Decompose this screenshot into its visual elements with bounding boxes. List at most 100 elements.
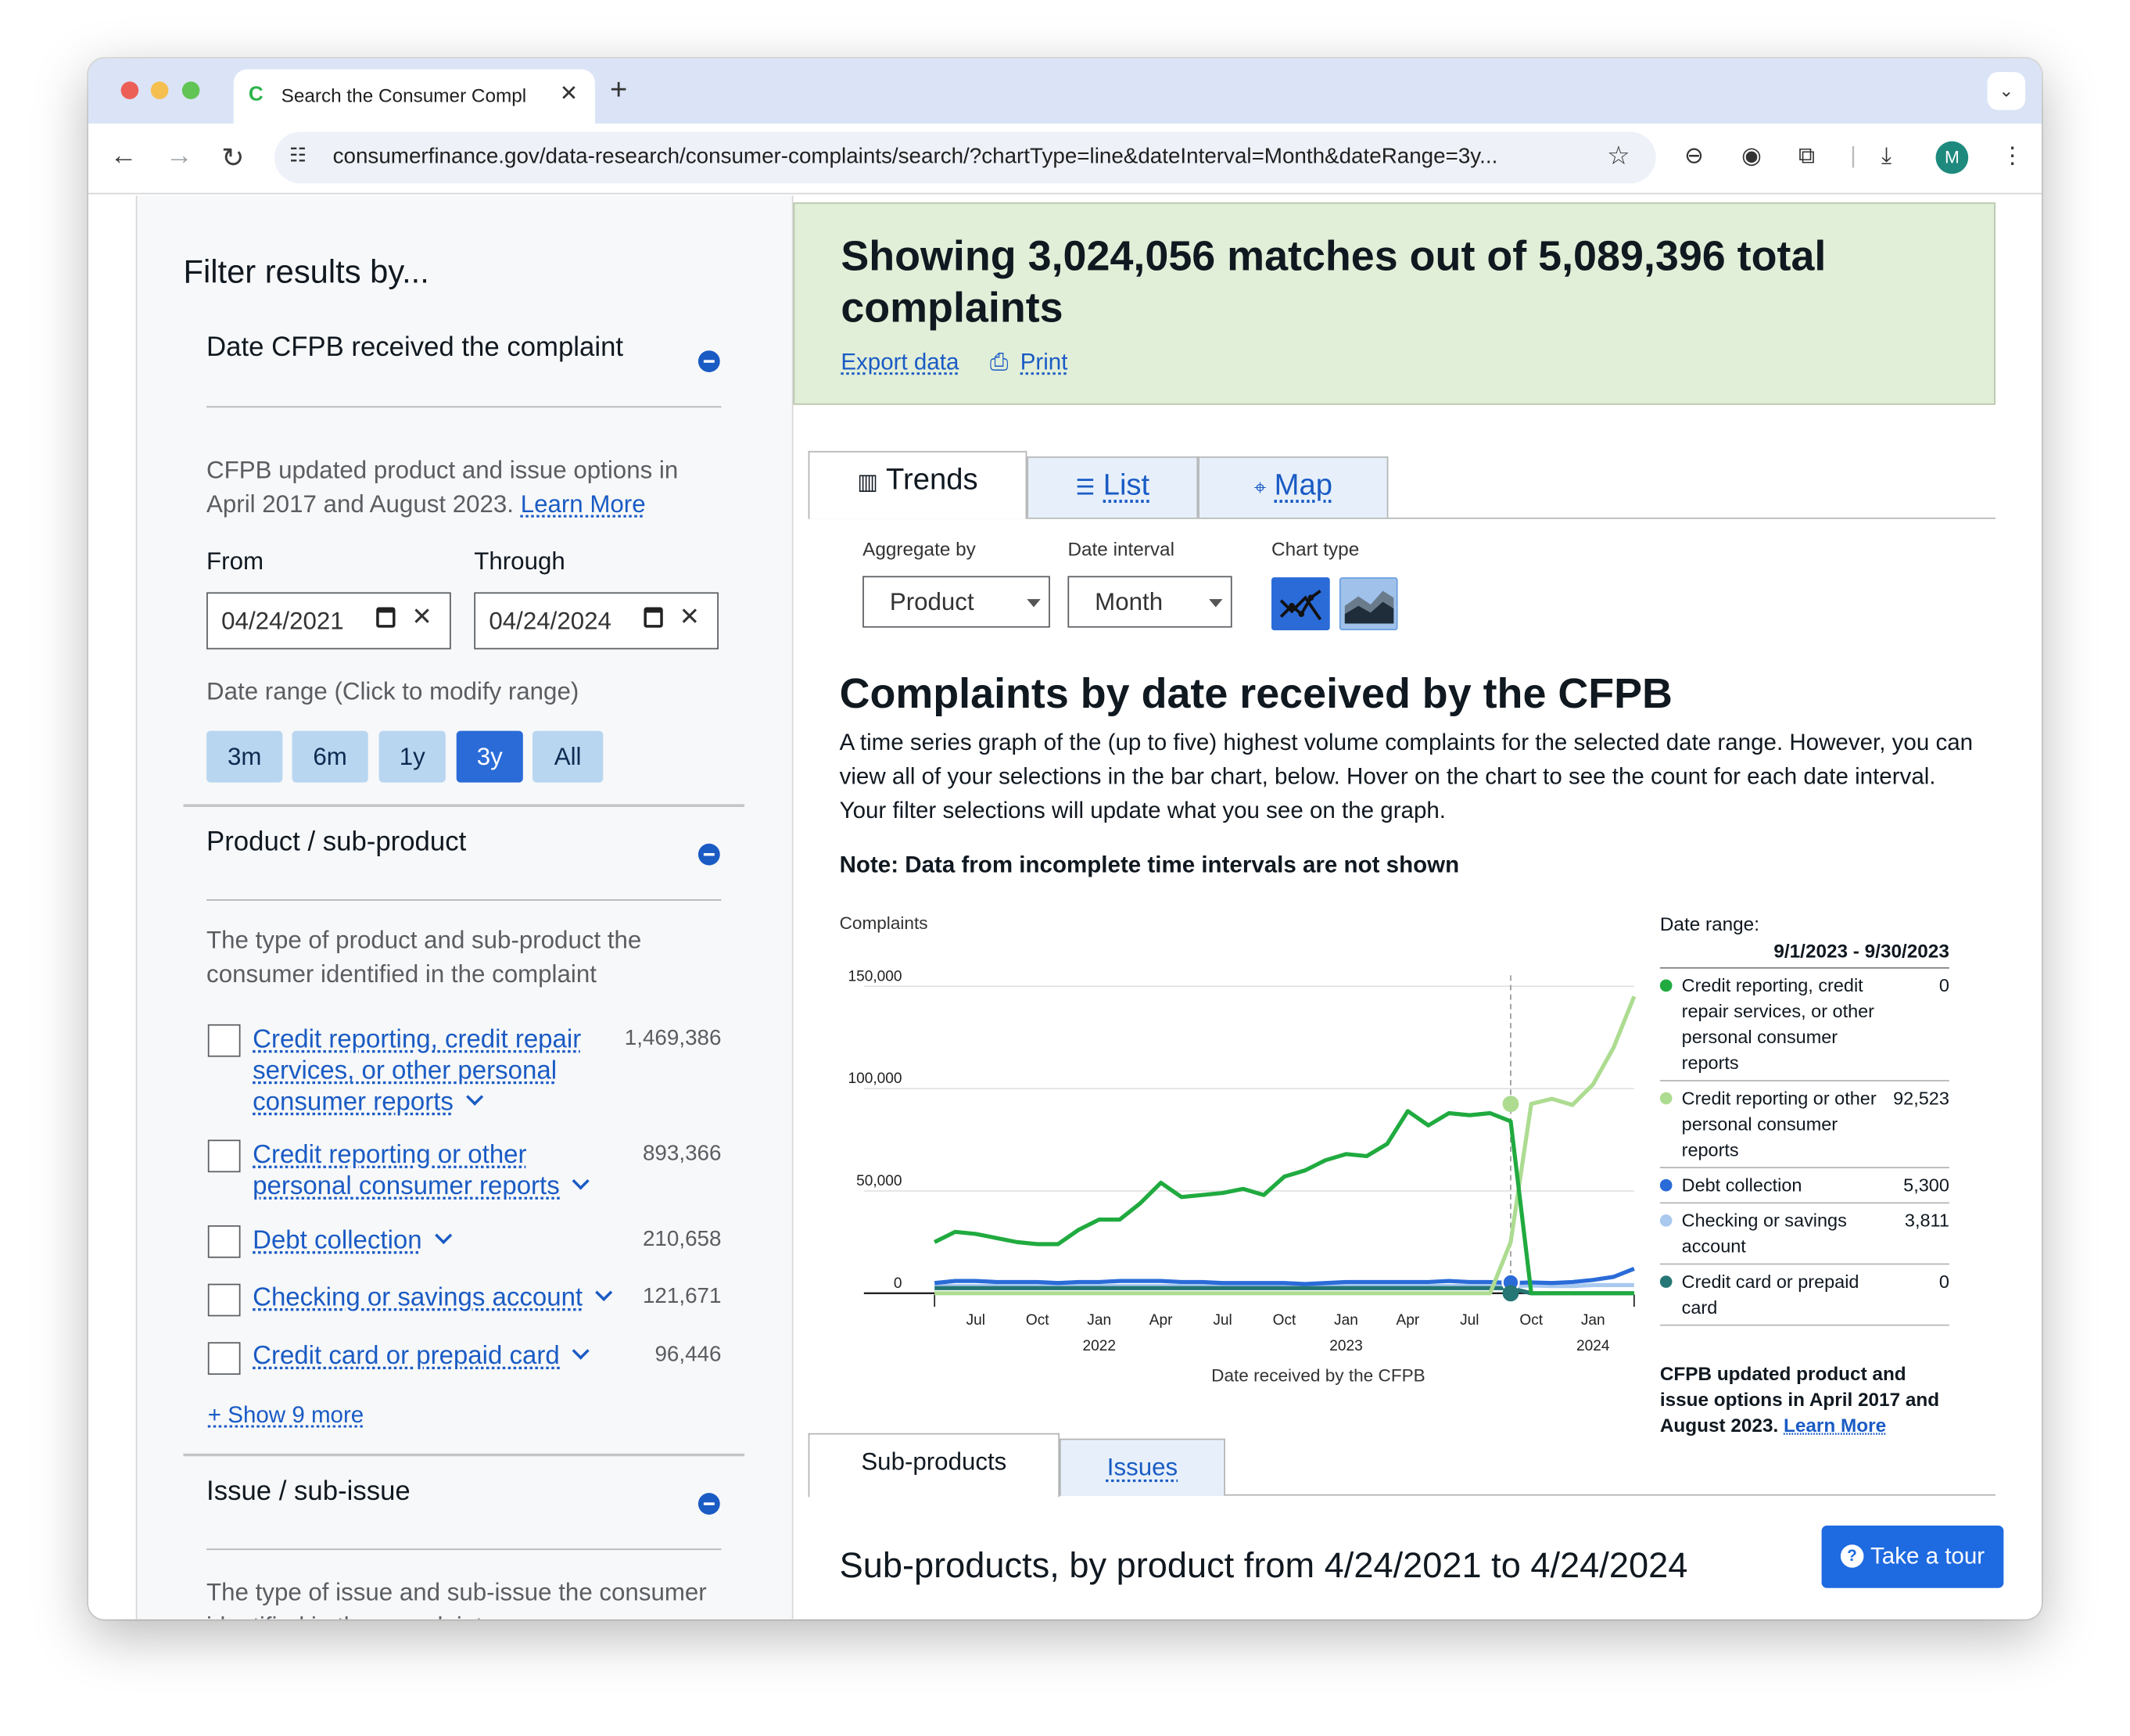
new-tab-icon[interactable]: + xyxy=(610,72,627,107)
tab-search-chevron-icon[interactable]: ⌄ xyxy=(1987,72,2026,110)
legend-item-value: 92,523 xyxy=(1893,1088,1949,1109)
tab-trends[interactable]: ▥ Trends xyxy=(808,450,1027,519)
issue-description: The type of issue and sub-issue the cons… xyxy=(206,1578,707,1619)
area-chart-button[interactable] xyxy=(1339,577,1398,631)
product-count: 121,671 xyxy=(642,1285,722,1308)
collapse-minus-icon[interactable] xyxy=(697,350,720,372)
collapse-minus-icon[interactable] xyxy=(697,843,720,866)
results-count-title: Showing 3,024,056 matches out of 5,089,3… xyxy=(841,232,1827,332)
legend-item: Credit reporting or other personal consu… xyxy=(1659,1081,1949,1168)
profile-avatar[interactable]: M xyxy=(1935,141,1969,174)
chart-type-label: Chart type xyxy=(1271,537,1360,560)
product-link[interactable]: Credit reporting or other personal consu… xyxy=(253,1140,612,1203)
area-chart-icon xyxy=(1344,590,1394,624)
x-tick-label: Jul xyxy=(966,1312,985,1329)
browser-window: C Search the Consumer Compl ✕ + ⌄ ← → ↻ … xyxy=(88,58,2042,1619)
product-link[interactable]: Debt collection xyxy=(253,1225,452,1257)
complaints-line-chart[interactable]: Complaints 150,000 100,000 50,000 0 Jul Oct Jan… xyxy=(820,902,1655,1391)
filter-heading: Filter results by... xyxy=(183,253,429,291)
download-icon[interactable]: ⤓ xyxy=(1881,142,1892,170)
reload-icon[interactable]: ↻ xyxy=(221,142,244,175)
minimize-window-button[interactable] xyxy=(150,81,169,99)
tab-map[interactable]: ⌖ Map xyxy=(1198,456,1389,518)
clear-icon[interactable]: ✕ xyxy=(411,603,432,631)
date-section-title[interactable]: Date CFPB received the complaint xyxy=(206,333,623,364)
close-tab-icon[interactable]: ✕ xyxy=(560,80,578,107)
bar-chart-icon: ▥ xyxy=(857,471,878,495)
product-section-title[interactable]: Product / sub-product xyxy=(206,827,466,859)
chevron-down-icon[interactable] xyxy=(434,1226,452,1245)
y-tick-label: 100,000 xyxy=(848,1071,902,1087)
show-more-link[interactable]: + Show 9 more xyxy=(208,1402,364,1429)
address-bar[interactable]: ☷ consumerfinance.gov/data-research/cons… xyxy=(274,131,1656,184)
media-icon[interactable]: ⊖ xyxy=(1684,142,1704,170)
product-link[interactable]: Credit reporting, credit repair services… xyxy=(253,1024,612,1118)
aggregate-select[interactable]: Product xyxy=(862,576,1050,628)
password-icon[interactable]: ◉ xyxy=(1741,142,1762,170)
issue-section-title[interactable]: Issue / sub-issue xyxy=(206,1476,411,1508)
legend-learn-more-link[interactable]: Learn More xyxy=(1784,1414,1886,1436)
product-checkbox[interactable] xyxy=(207,1024,241,1057)
close-window-button[interactable] xyxy=(120,81,139,99)
range-6m-button[interactable]: 6m xyxy=(292,730,368,783)
product-checkbox[interactable] xyxy=(207,1283,241,1317)
x-tick-label: Jan xyxy=(1087,1312,1111,1329)
chevron-down-icon[interactable] xyxy=(572,1342,590,1360)
print-link[interactable]: Print xyxy=(1020,349,1068,375)
learn-more-link[interactable]: Learn More xyxy=(521,490,646,518)
product-checkbox[interactable] xyxy=(207,1225,241,1258)
interval-label: Date interval xyxy=(1067,537,1174,560)
collapse-minus-icon[interactable] xyxy=(697,1493,720,1515)
browser-tab[interactable]: C Search the Consumer Compl ✕ xyxy=(233,69,595,124)
site-info-icon[interactable]: ☷ xyxy=(289,144,307,167)
take-a-tour-button[interactable]: ? Take a tour xyxy=(1821,1525,2004,1588)
hover-point xyxy=(1502,1285,1519,1302)
calendar-icon[interactable] xyxy=(644,607,663,628)
tab-issues[interactable]: Issues xyxy=(1060,1438,1225,1496)
product-checkbox[interactable] xyxy=(207,1139,241,1173)
clear-icon[interactable]: ✕ xyxy=(680,603,700,631)
range-3y-button[interactable]: 3y xyxy=(456,730,523,783)
interval-value: Month xyxy=(1095,588,1164,615)
product-checkbox[interactable] xyxy=(207,1342,241,1376)
chevron-down-icon[interactable] xyxy=(594,1283,613,1302)
chart-legend: Date range: 9/1/2023 - 9/30/2023 Credit … xyxy=(1659,913,1949,1438)
legend-dot-icon xyxy=(1659,1178,1673,1192)
browser-menu-icon[interactable]: ⋮ xyxy=(2001,142,2024,170)
calendar-icon[interactable] xyxy=(376,607,396,628)
chevron-down-icon[interactable] xyxy=(465,1088,483,1106)
product-link[interactable]: Checking or savings account xyxy=(253,1282,613,1314)
forward-arrow-icon[interactable]: → xyxy=(166,142,193,173)
range-all-button[interactable]: All xyxy=(532,730,604,783)
line-chart-button[interactable] xyxy=(1271,577,1330,631)
section-divider xyxy=(183,804,744,807)
printer-icon[interactable]: ⎙ xyxy=(990,349,1009,375)
list-icon: ☰ xyxy=(1075,476,1095,500)
legend-item-value: 0 xyxy=(1938,975,1949,996)
from-date-input[interactable]: 04/24/2021 ✕ xyxy=(206,592,451,650)
bookmark-star-icon[interactable]: ☆ xyxy=(1607,142,1630,173)
hover-point xyxy=(1502,1096,1519,1113)
product-description: The type of product and sub-product the … xyxy=(206,926,642,988)
range-1y-button[interactable]: 1y xyxy=(378,730,446,783)
interval-select[interactable]: Month xyxy=(1067,576,1232,628)
dropdown-arrow-icon xyxy=(1209,599,1223,608)
export-data-link[interactable]: Export data xyxy=(841,349,959,375)
legend-item-name: Checking or savings account xyxy=(1681,1210,1847,1257)
legend-item-name: Credit reporting or other personal consu… xyxy=(1681,1088,1877,1160)
chevron-down-icon[interactable] xyxy=(572,1172,590,1190)
range-3m-button[interactable]: 3m xyxy=(206,730,283,783)
results-banner: Showing 3,024,056 matches out of 5,089,3… xyxy=(793,202,1996,405)
tab-sub-products[interactable]: Sub-products xyxy=(808,1433,1060,1497)
tab-list[interactable]: ☰ List xyxy=(1027,456,1199,518)
series-line xyxy=(934,995,1637,1296)
extensions-puzzle-icon[interactable]: ⧉ xyxy=(1798,142,1815,170)
through-date-input[interactable]: 04/24/2024 ✕ xyxy=(474,592,719,650)
product-count: 210,658 xyxy=(642,1228,722,1251)
chart-title: Complaints by date received by the CFPB xyxy=(839,669,1673,718)
x-tick-label: Oct xyxy=(1273,1312,1296,1329)
back-arrow-icon[interactable]: ← xyxy=(110,142,138,173)
maximize-window-button[interactable] xyxy=(181,81,200,99)
product-link[interactable]: Credit card or prepaid card xyxy=(253,1341,590,1372)
legend-item-value: 0 xyxy=(1938,1272,1949,1293)
